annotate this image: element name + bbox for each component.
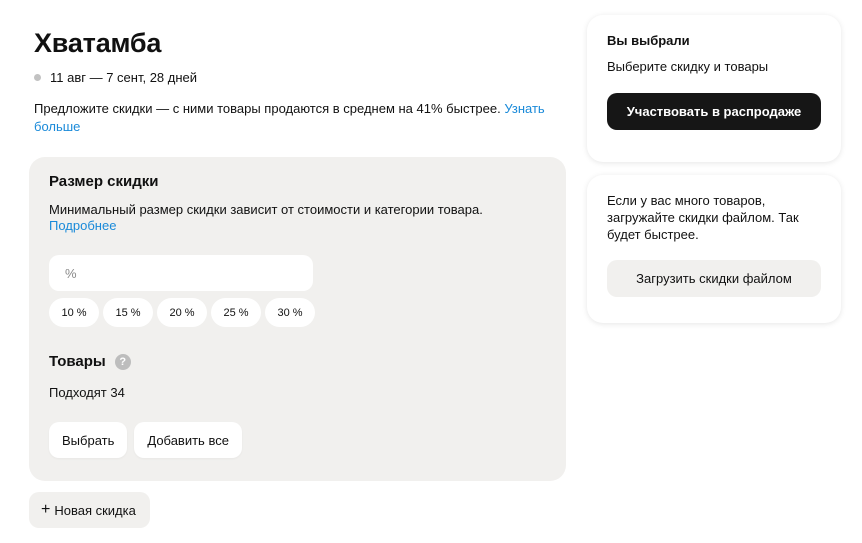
upload-card: Если у вас много товаров, загружайте ски… xyxy=(587,175,841,323)
participate-button[interactable]: Участвовать в распродаже xyxy=(607,93,821,130)
summary-card-subtitle: Выберите скидку и товары xyxy=(607,59,769,74)
page-title: Хватамба xyxy=(34,28,162,58)
add-all-goods-button[interactable]: Добавить все xyxy=(134,422,242,458)
goods-section-title: Товары ? xyxy=(49,352,131,370)
upload-discounts-button[interactable]: Загрузить скидки файлом xyxy=(607,260,821,297)
promo-intro: Предложите скидки — с ними товары продаю… xyxy=(34,100,559,136)
discount-chip-20[interactable]: 20 % xyxy=(157,298,207,327)
summary-card: Вы выбрали Выберите скидку и товары Учас… xyxy=(587,15,841,162)
promo-dates: 11 авг — 7 сент, 28 дней xyxy=(34,70,197,85)
discount-size-title: Размер скидки xyxy=(49,173,159,190)
discount-chips: 10 % 15 % 20 % 25 % 30 % xyxy=(49,298,315,327)
discount-chip-10[interactable]: 10 % xyxy=(49,298,99,327)
new-discount-label: Новая скидка xyxy=(54,502,136,518)
goods-count: Подходят 34 xyxy=(49,385,125,400)
status-dot-icon xyxy=(34,74,41,81)
discount-size-description-text: Минимальный размер скидки зависит от сто… xyxy=(49,202,483,217)
plus-icon: + xyxy=(41,501,51,518)
help-icon[interactable]: ? xyxy=(114,354,131,370)
upload-card-text: Если у вас много товаров, загружайте ски… xyxy=(607,193,799,242)
details-link[interactable]: Подробнее xyxy=(49,218,116,233)
goods-title-text: Товары xyxy=(49,352,106,370)
summary-card-title: Вы выбрали xyxy=(607,33,690,48)
discount-panel: Размер скидки Минимальный размер скидки … xyxy=(29,157,566,481)
new-discount-button[interactable]: + Новая скидка xyxy=(29,492,150,528)
discount-chip-25[interactable]: 25 % xyxy=(211,298,261,327)
promo-dates-text: 11 авг — 7 сент, 28 дней xyxy=(50,70,198,85)
discount-size-description: Минимальный размер скидки зависит от сто… xyxy=(49,202,519,234)
promo-intro-text: Предложите скидки — с ними товары продаю… xyxy=(34,101,501,116)
discount-chip-15[interactable]: 15 % xyxy=(103,298,153,327)
discount-percent-input[interactable] xyxy=(49,255,313,291)
discount-chip-30[interactable]: 30 % xyxy=(265,298,315,327)
select-goods-button[interactable]: Выбрать xyxy=(49,422,128,458)
goods-actions: Выбрать Добавить все xyxy=(49,422,242,458)
